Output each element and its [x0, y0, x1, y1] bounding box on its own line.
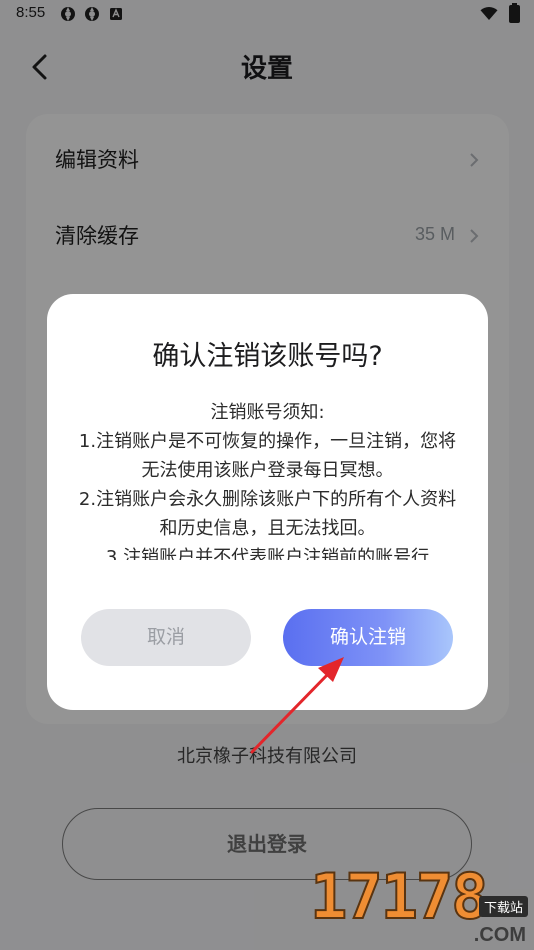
- watermark-digits: 17178: [309, 859, 490, 934]
- watermark-domain: .COM: [473, 924, 526, 946]
- watermark-logo: 17178 下载站 .COM: [309, 859, 534, 950]
- annotation-arrow-icon: [250, 657, 344, 754]
- watermark-tag: 下载站: [478, 896, 528, 917]
